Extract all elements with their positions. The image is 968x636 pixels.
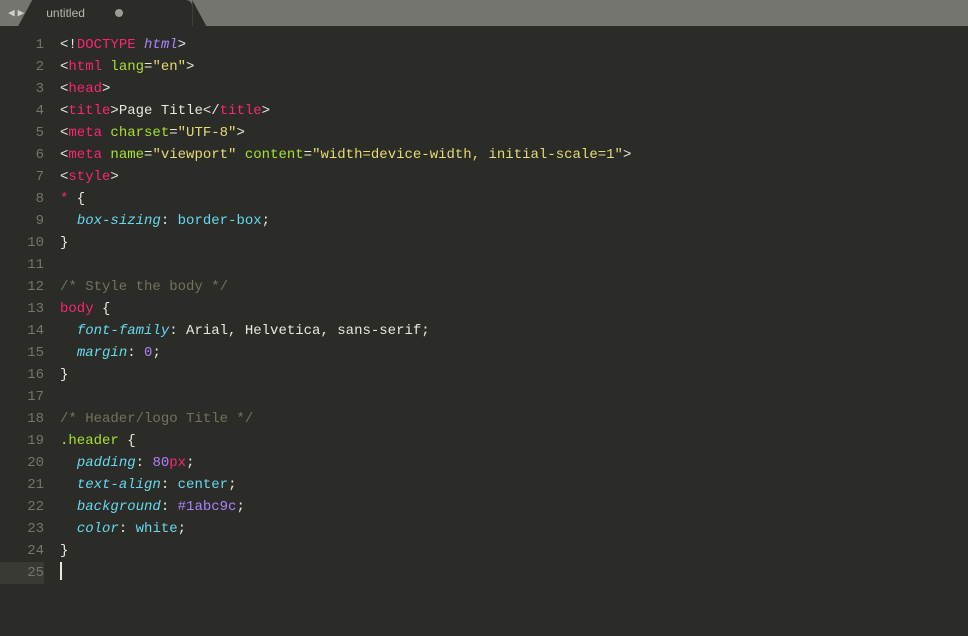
code-line[interactable]: font-family: Arial, Helvetica, sans-seri… <box>60 320 968 342</box>
line-number: 14 <box>0 320 44 342</box>
dirty-indicator-icon <box>115 9 123 17</box>
line-number: 5 <box>0 122 44 144</box>
text-cursor <box>60 562 62 580</box>
line-number: 1 <box>0 34 44 56</box>
code-line[interactable]: text-align: center; <box>60 474 968 496</box>
line-number: 4 <box>0 100 44 122</box>
line-number: 3 <box>0 78 44 100</box>
code-line[interactable]: background: #1abc9c; <box>60 496 968 518</box>
line-number: 15 <box>0 342 44 364</box>
line-number: 22 <box>0 496 44 518</box>
line-number: 6 <box>0 144 44 166</box>
code-line[interactable]: padding: 80px; <box>60 452 968 474</box>
code-line[interactable]: box-sizing: border-box; <box>60 210 968 232</box>
line-number: 18 <box>0 408 44 430</box>
code-line[interactable]: .header { <box>60 430 968 452</box>
line-number-gutter: 1234567891011121314151617181920212223242… <box>0 26 52 636</box>
code-line[interactable]: <!DOCTYPE html> <box>60 34 968 56</box>
line-number: 2 <box>0 56 44 78</box>
code-line[interactable]: color: white; <box>60 518 968 540</box>
prev-tab-icon[interactable]: ◀ <box>8 6 15 20</box>
code-line[interactable]: /* Style the body */ <box>60 276 968 298</box>
code-line[interactable]: * { <box>60 188 968 210</box>
line-number: 10 <box>0 232 44 254</box>
code-line[interactable]: <title>Page Title</title> <box>60 100 968 122</box>
line-number: 7 <box>0 166 44 188</box>
code-line[interactable]: <style> <box>60 166 968 188</box>
line-number: 25 <box>0 562 44 584</box>
code-line[interactable]: <head> <box>60 78 968 100</box>
code-line[interactable] <box>60 562 968 584</box>
code-line[interactable]: <meta name="viewport" content="width=dev… <box>60 144 968 166</box>
line-number: 21 <box>0 474 44 496</box>
line-number: 12 <box>0 276 44 298</box>
line-number: 8 <box>0 188 44 210</box>
code-line[interactable] <box>60 254 968 276</box>
line-number: 9 <box>0 210 44 232</box>
line-number: 19 <box>0 430 44 452</box>
line-number: 11 <box>0 254 44 276</box>
code-line[interactable]: /* Header/logo Title */ <box>60 408 968 430</box>
code-line[interactable]: margin: 0; <box>60 342 968 364</box>
code-line[interactable]: body { <box>60 298 968 320</box>
line-number: 16 <box>0 364 44 386</box>
titlebar: ◀ ▶ untitled <box>0 0 968 26</box>
code-line[interactable]: <html lang="en"> <box>60 56 968 78</box>
line-number: 23 <box>0 518 44 540</box>
line-number: 24 <box>0 540 44 562</box>
line-number: 20 <box>0 452 44 474</box>
code-line[interactable] <box>60 386 968 408</box>
tab-title: untitled <box>46 6 85 20</box>
code-line[interactable]: } <box>60 364 968 386</box>
line-number: 17 <box>0 386 44 408</box>
tab-untitled[interactable]: untitled <box>32 0 192 26</box>
code-area[interactable]: <!DOCTYPE html><html lang="en"><head><ti… <box>52 26 968 636</box>
editor: 1234567891011121314151617181920212223242… <box>0 26 968 636</box>
code-line[interactable]: } <box>60 540 968 562</box>
line-number: 13 <box>0 298 44 320</box>
code-line[interactable]: } <box>60 232 968 254</box>
code-line[interactable]: <meta charset="UTF-8"> <box>60 122 968 144</box>
